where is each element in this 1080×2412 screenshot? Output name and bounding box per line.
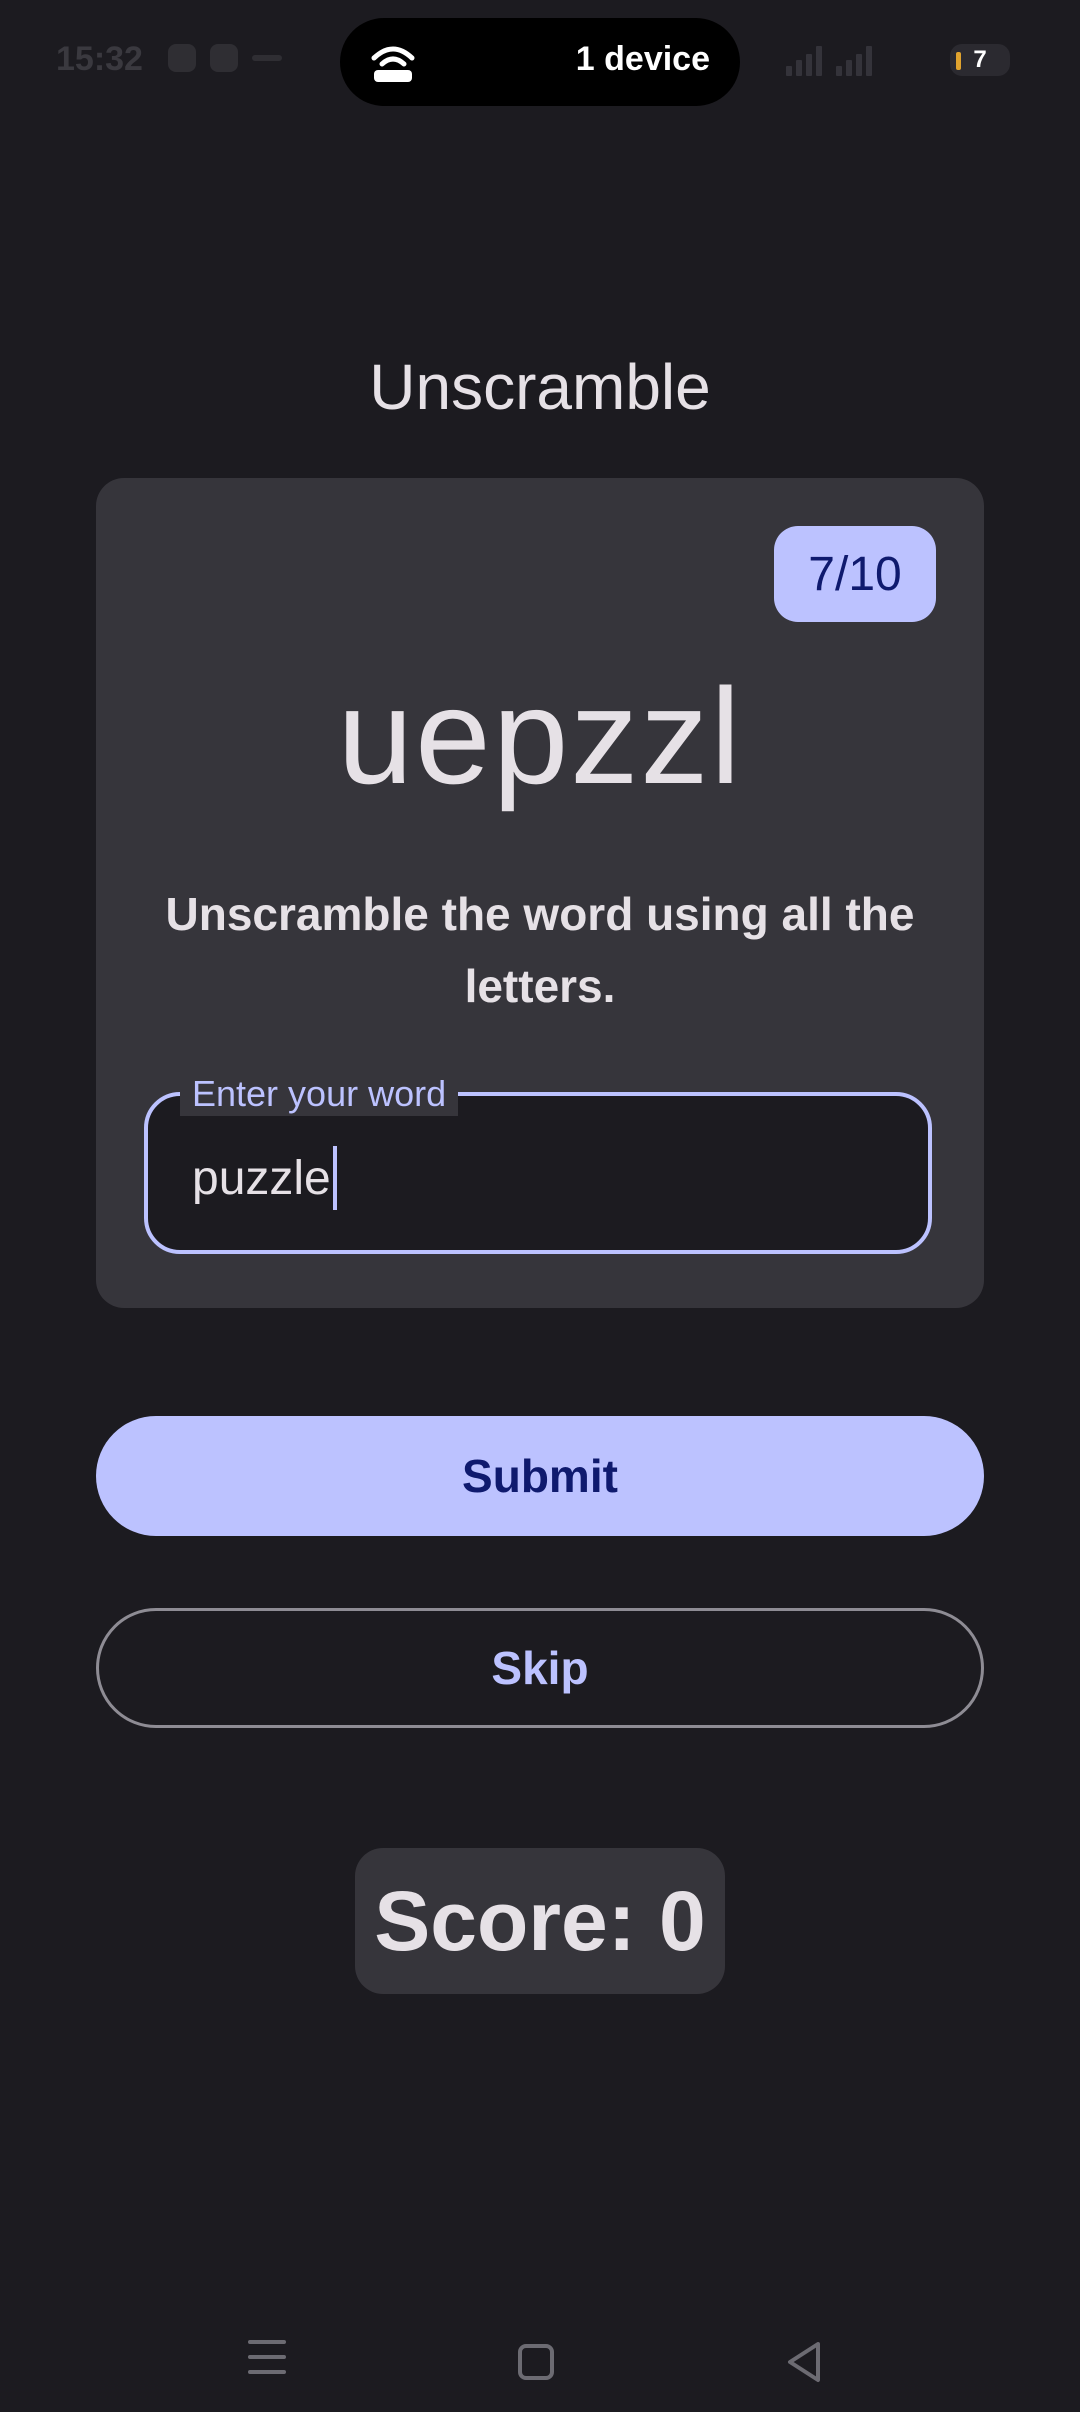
battery-level: 7: [973, 46, 987, 73]
input-label: Enter your word: [180, 1072, 459, 1116]
word-input[interactable]: puzzle: [192, 1146, 337, 1210]
app-notification-icon: [210, 44, 238, 72]
chat-notification-icon: [168, 44, 196, 72]
hotspot-icon: [371, 46, 415, 82]
submit-button[interactable]: Submit: [96, 1416, 984, 1536]
battery-icon: 7: [950, 44, 1010, 76]
signal-strength-icon: [836, 44, 872, 76]
instructions-text: Unscramble the word using all the letter…: [165, 888, 915, 1012]
page-title: Unscramble: [369, 351, 711, 423]
menu-icon[interactable]: [248, 2340, 286, 2385]
back-icon[interactable]: [784, 2340, 824, 2384]
word-counter-badge: 7/10: [774, 526, 936, 622]
word-input-field[interactable]: Enter your word puzzle: [144, 1072, 932, 1254]
notification-icons: [168, 44, 282, 72]
signal-icons: [786, 44, 872, 76]
game-card: 7/10 uepzzl Unscramble the word using al…: [96, 478, 984, 1308]
pill-text: 1 device: [575, 40, 710, 78]
score-display: Score: 0: [355, 1848, 725, 1994]
input-value: puzzle: [192, 1151, 331, 1205]
home-icon[interactable]: [518, 2344, 554, 2380]
skip-button[interactable]: Skip: [96, 1608, 984, 1728]
text-cursor: [332, 1146, 337, 1210]
scrambled-word: uepzzl: [337, 660, 743, 812]
status-time: 15:32: [56, 40, 143, 78]
more-notifications-icon: [252, 55, 282, 61]
system-nav-bar: [0, 2300, 1080, 2412]
signal-strength-icon: [786, 44, 822, 76]
connected-devices-pill[interactable]: 1 device: [340, 18, 740, 106]
status-bar: 15:32 1 device 7: [0, 0, 1080, 124]
